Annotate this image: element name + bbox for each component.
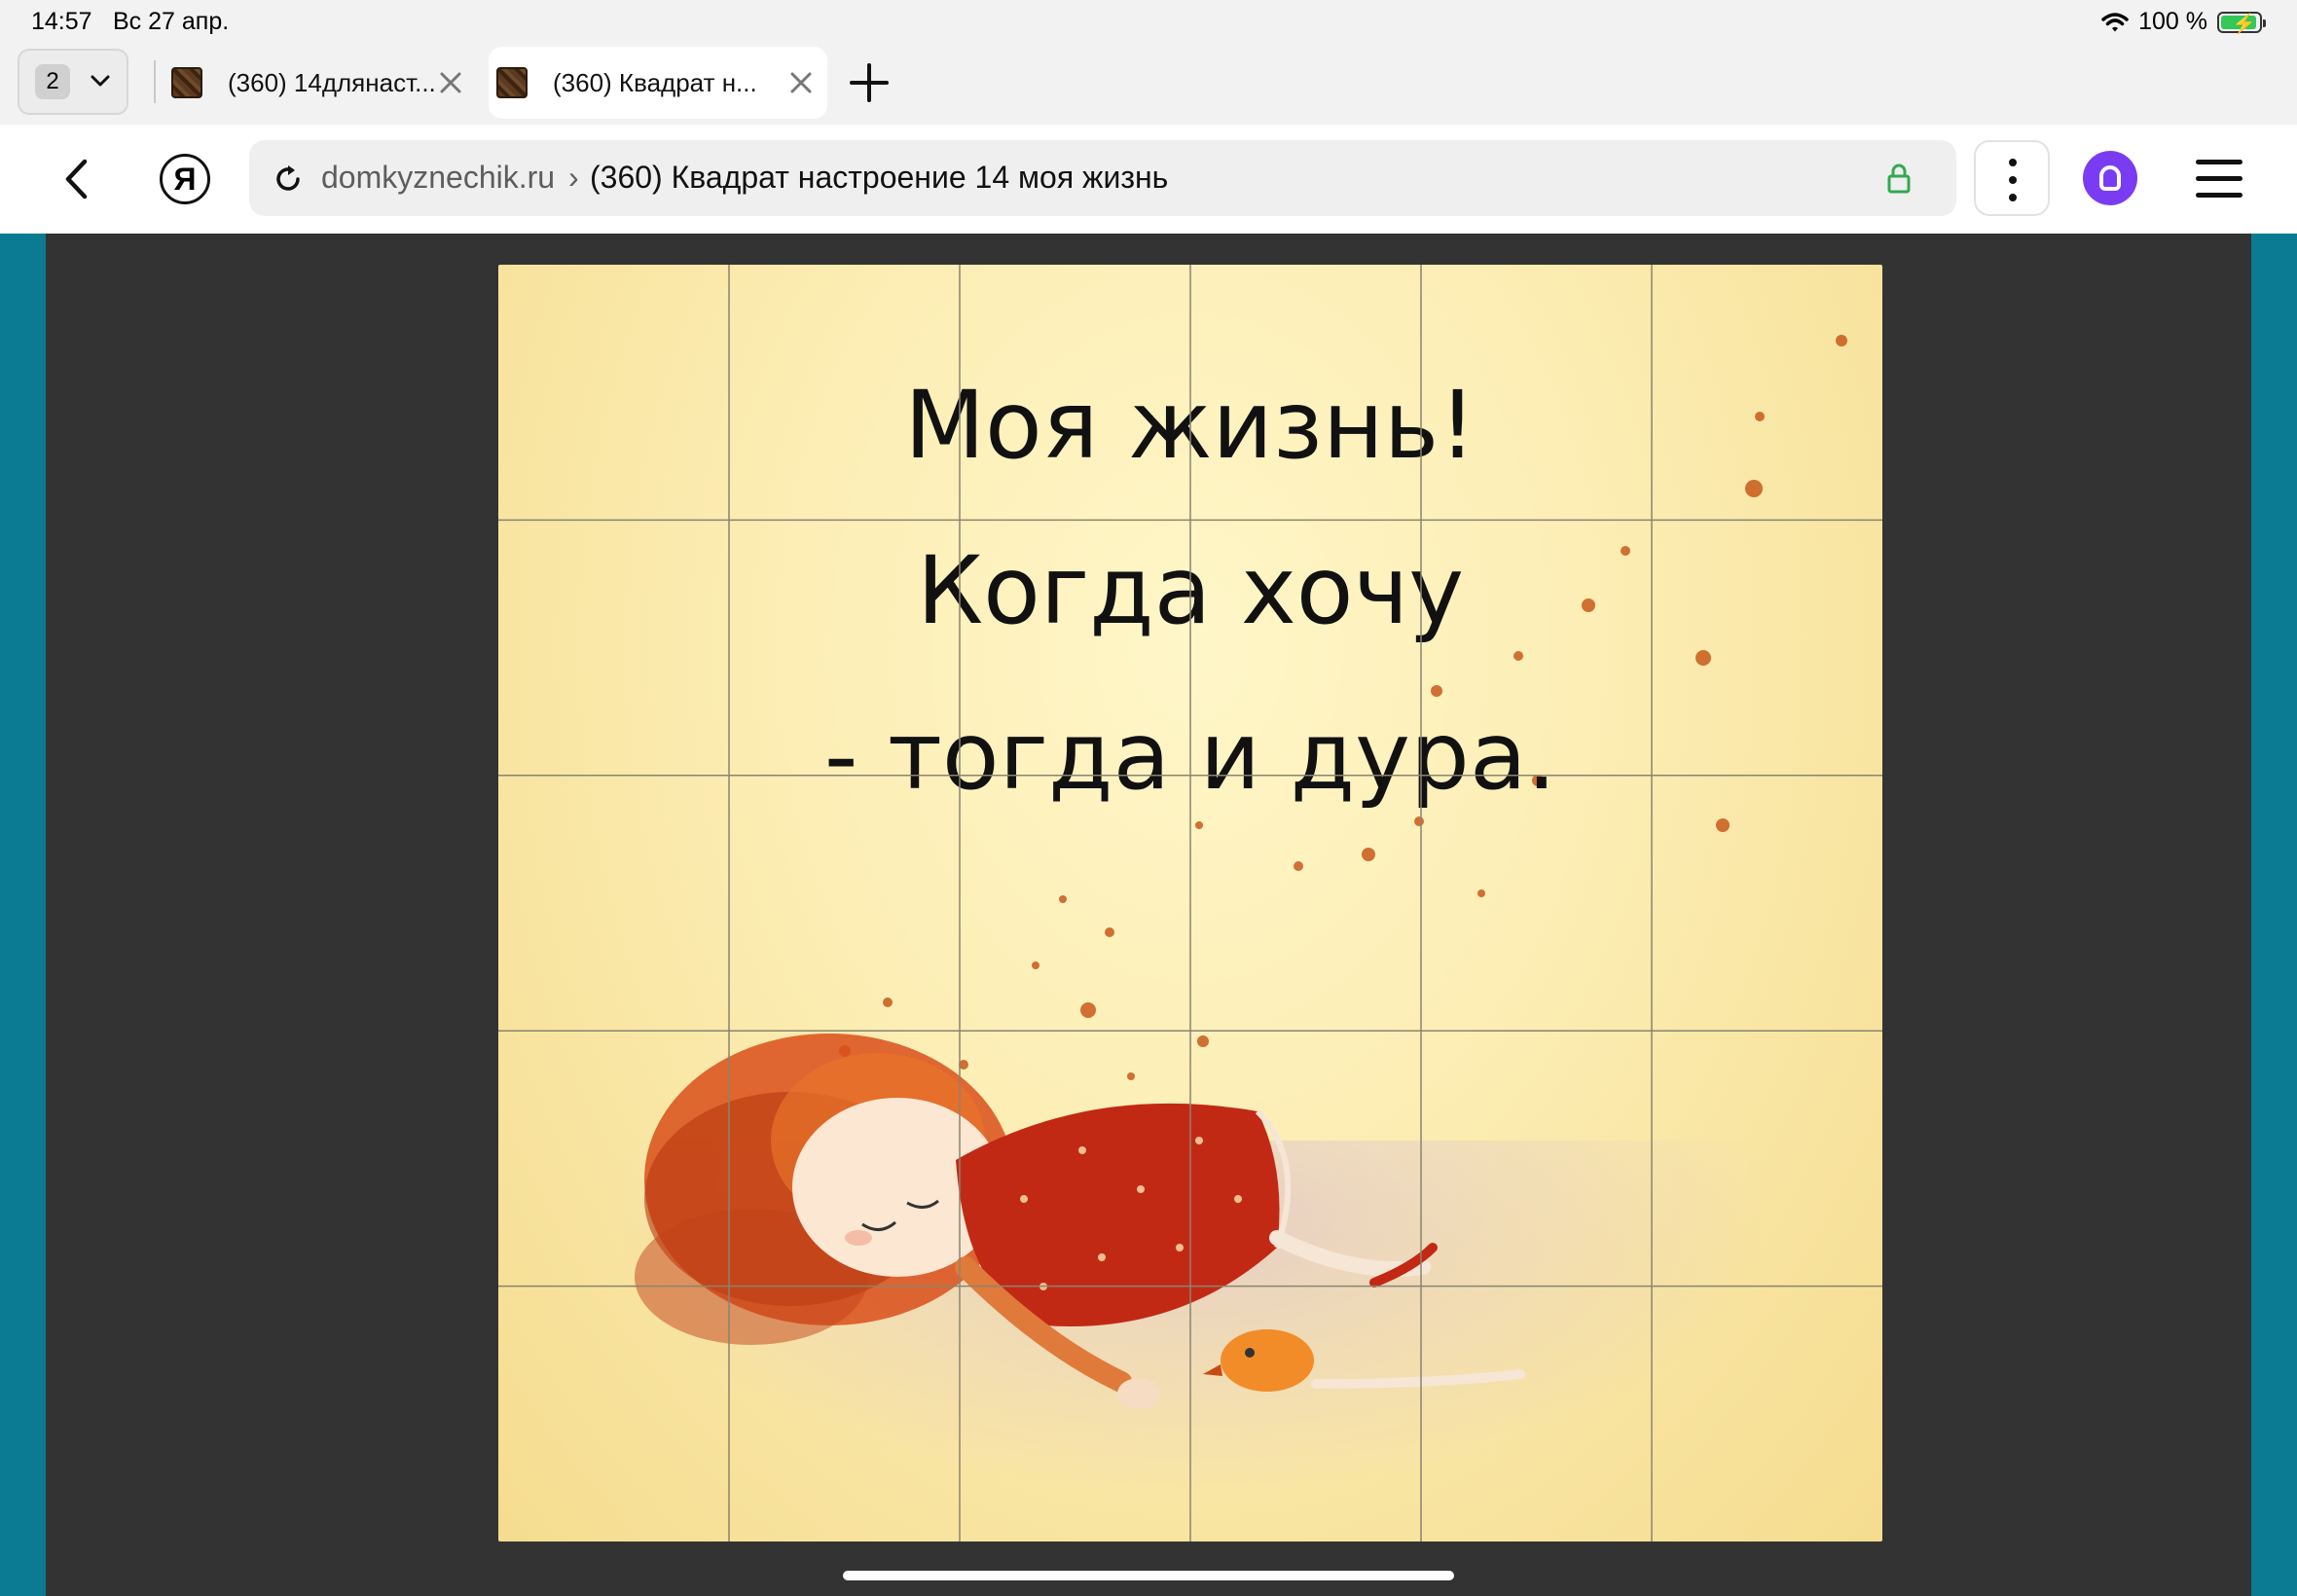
status-date: Вс 27 апр.: [113, 8, 230, 35]
status-bar: 14:57 Вс 27 апр. 100 % ⚡: [0, 0, 2297, 45]
page-content: Моя жизнь! Когда хочу - тогда и дура.: [0, 234, 2297, 1596]
home-indicator[interactable]: [843, 1571, 1454, 1580]
tab-title: (360) 14длянаст...: [228, 67, 436, 97]
url-domain: domkyznechik.ru: [321, 160, 556, 195]
back-arrow-icon[interactable]: [53, 154, 103, 204]
yandex-logo-icon[interactable]: Я: [160, 154, 210, 204]
puzzle-grid-lines: [498, 265, 1882, 1542]
tab-1[interactable]: (360) 14длянаст...: [164, 47, 477, 119]
url-separator: ›: [568, 160, 579, 195]
chevron-down-icon: [91, 75, 110, 87]
tab-2-active[interactable]: (360) Квадрат н...: [489, 47, 827, 119]
status-indicators: 100 % ⚡: [2101, 8, 2266, 36]
hamburger-menu-icon[interactable]: [2196, 160, 2242, 199]
battery-percent: 100 %: [2138, 8, 2207, 35]
tab-count-badge: 2: [35, 64, 70, 99]
lock-icon[interactable]: [1884, 162, 1914, 195]
url-page-title: (360) Квадрат настроение 14 моя жизнь: [590, 160, 1169, 195]
address-bar[interactable]: domkyznechik.ru › (360) Квадрат настроен…: [249, 140, 1956, 216]
tab-divider: [154, 60, 156, 103]
puzzle-board[interactable]: Моя жизнь! Когда хочу - тогда и дура.: [498, 265, 1882, 1542]
wifi-icon: [2101, 12, 2129, 31]
more-options-button[interactable]: [1974, 140, 2050, 216]
battery-icon: ⚡: [2217, 11, 2266, 35]
puzzle-stage: Моя жизнь! Когда хочу - тогда и дура.: [46, 234, 2251, 1596]
alice-assistant-icon[interactable]: [2083, 151, 2137, 205]
tab-switcher-button[interactable]: 2: [18, 49, 128, 115]
tab-bar: 2 (360) 14длянаст... (360) Квадрат н...: [0, 45, 2297, 125]
status-time: 14:57: [31, 8, 92, 35]
close-icon[interactable]: [436, 68, 465, 97]
tab-title: (360) Квадрат н...: [553, 67, 757, 97]
new-tab-plus-icon[interactable]: [847, 60, 892, 105]
reload-icon[interactable]: [271, 162, 306, 197]
site-favicon-icon: [171, 67, 202, 98]
site-favicon-icon: [496, 67, 528, 98]
browser-toolbar: Я domkyznechik.ru › (360) Квадрат настро…: [0, 125, 2297, 234]
close-icon[interactable]: [786, 68, 816, 97]
